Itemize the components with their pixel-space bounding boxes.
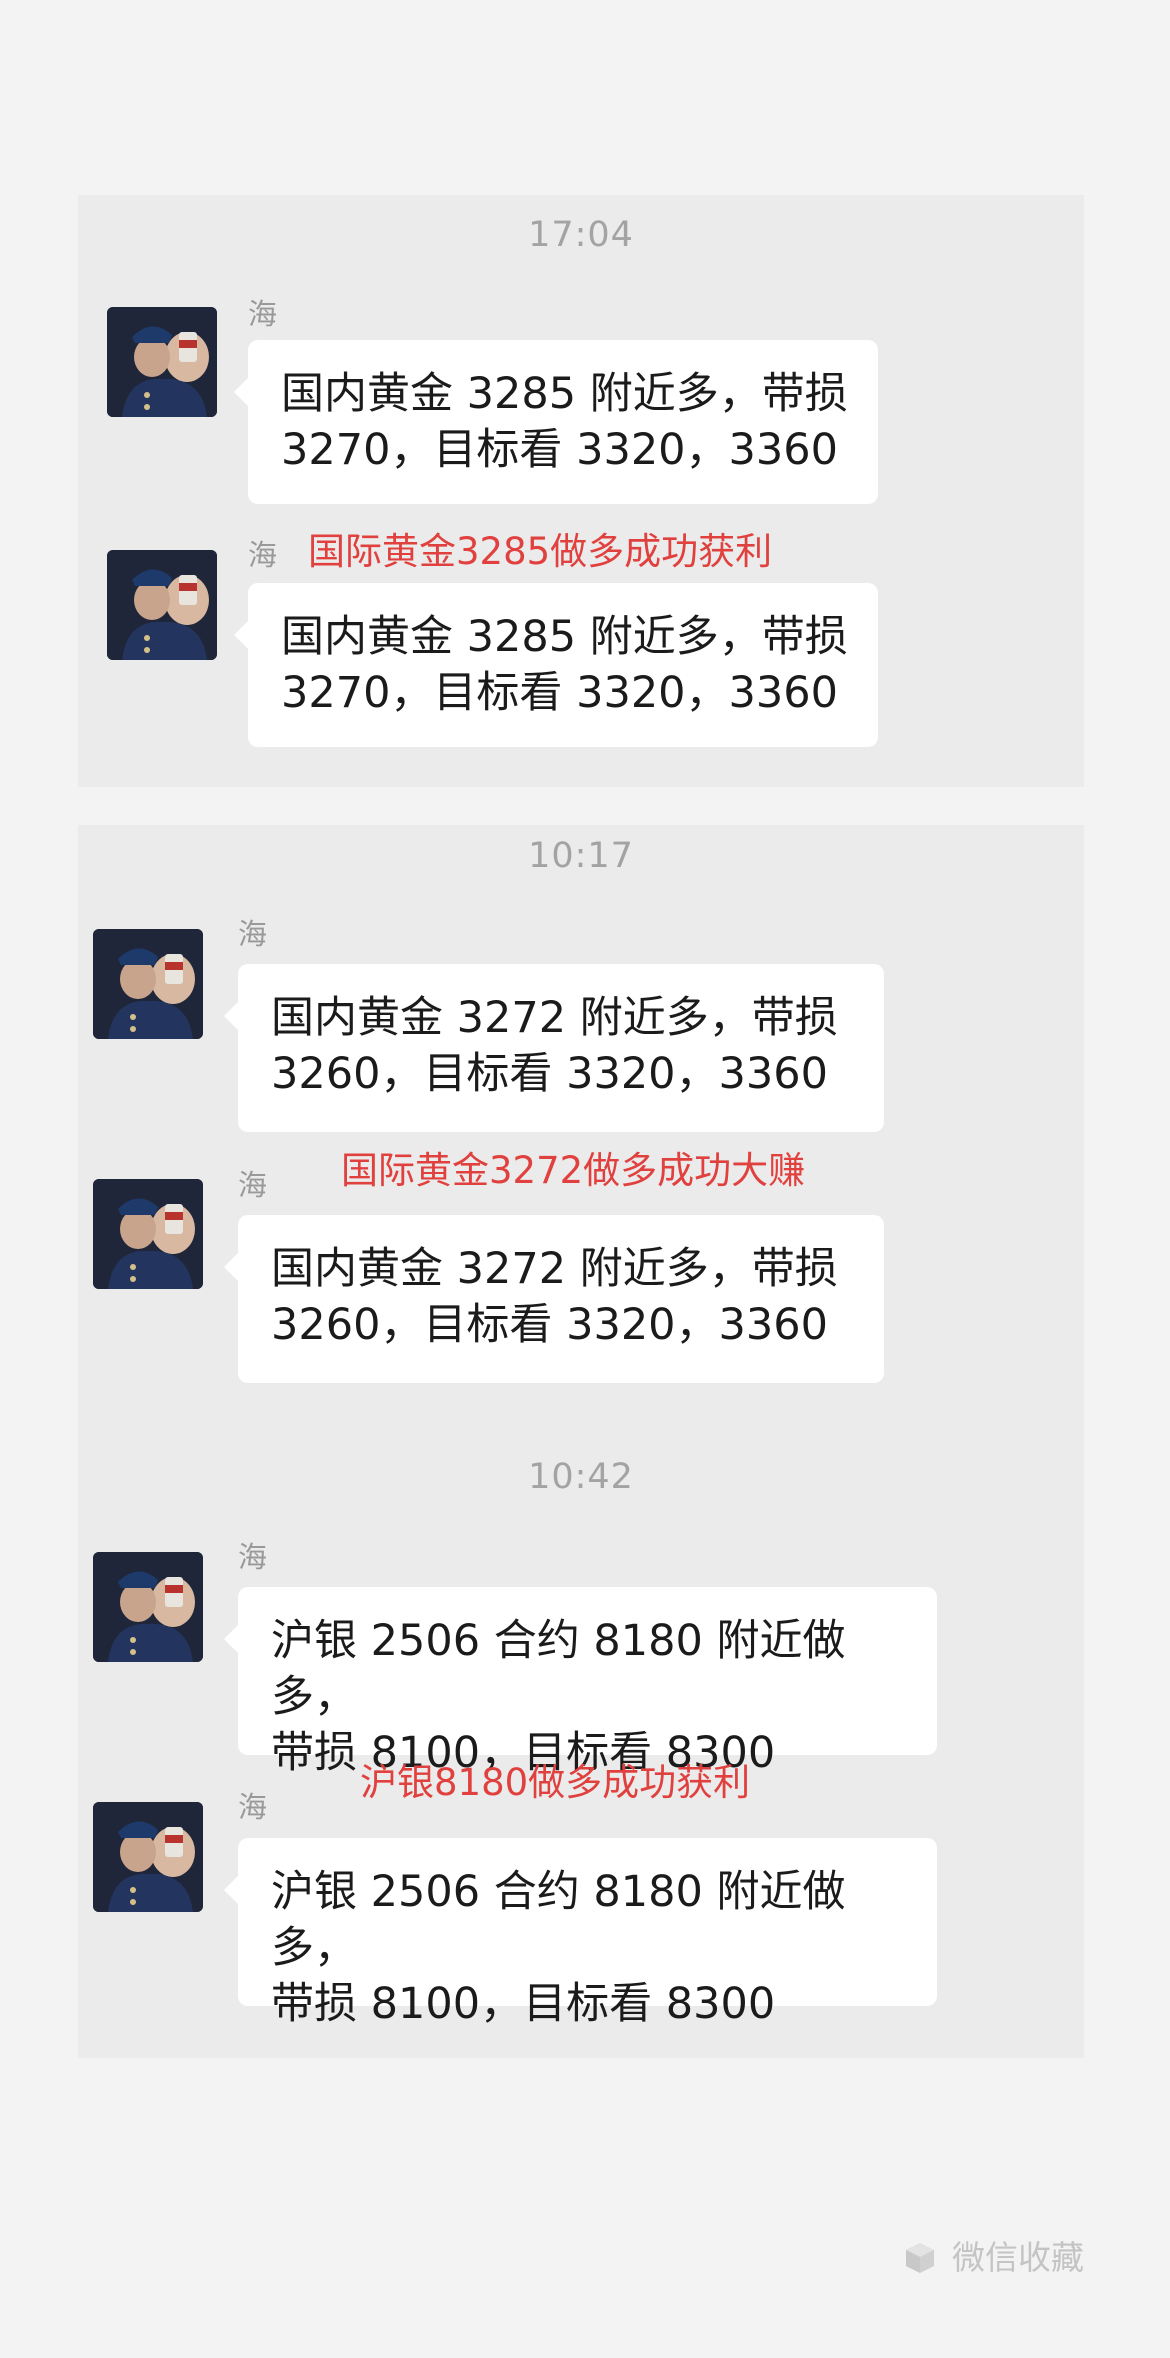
avatar[interactable] xyxy=(93,1179,203,1289)
annotation-note: 国际黄金3272做多成功大赚 xyxy=(341,1149,806,1192)
timestamp: 10:17 xyxy=(528,836,634,876)
chat-record-card[interactable]: 10:17 海 国内黄金 3272 附近多，带损 3260，目标看 3320，3… xyxy=(78,825,1084,2058)
avatar-image xyxy=(93,929,203,1039)
sender-name: 海 xyxy=(238,917,268,951)
chat-record-card[interactable]: 17:04 海 国内黄金 3285 附近多，带损 3270，目标看 3320，3… xyxy=(78,195,1084,787)
avatar-image xyxy=(107,550,217,660)
annotation-note: 国际黄金3285做多成功获利 xyxy=(308,530,773,573)
timestamp: 10:42 xyxy=(528,1457,634,1497)
message-bubble[interactable]: 沪银 2506 合约 8180 附近做多， 带损 8100，目标看 8300 xyxy=(224,1838,937,2029)
message-bubble[interactable]: 国内黄金 3285 附近多，带损 3270，目标看 3320，3360 xyxy=(234,583,878,747)
avatar[interactable] xyxy=(93,1802,203,1912)
sender-name: 海 xyxy=(238,1540,268,1574)
avatar[interactable] xyxy=(93,1552,203,1662)
message-bubble[interactable]: 沪银 2506 合约 8180 附近做多， 带损 8100，目标看 8300 xyxy=(224,1587,937,1778)
timestamp: 17:04 xyxy=(528,215,634,255)
avatar[interactable] xyxy=(107,550,217,660)
sender-name: 海 xyxy=(238,1790,268,1824)
avatar[interactable] xyxy=(107,307,217,417)
annotation-note: 沪银8180做多成功获利 xyxy=(360,1761,751,1804)
avatar[interactable] xyxy=(93,929,203,1039)
message-bubble[interactable]: 国内黄金 3272 附近多，带损 3260，目标看 3320，3360 xyxy=(224,964,884,1132)
avatar-image xyxy=(93,1552,203,1662)
watermark-label: 微信收藏 xyxy=(952,2238,1084,2277)
sender-name: 海 xyxy=(238,1168,268,1202)
message-bubble[interactable]: 国内黄金 3285 附近多，带损 3270，目标看 3320，3360 xyxy=(234,340,878,504)
avatar-image xyxy=(107,307,217,417)
sender-name: 海 xyxy=(248,538,278,572)
sender-name: 海 xyxy=(248,297,278,331)
cube-icon xyxy=(906,2243,934,2273)
avatar-image xyxy=(93,1802,203,1912)
message-bubble[interactable]: 国内黄金 3272 附近多，带损 3260，目标看 3320，3360 xyxy=(224,1215,884,1383)
avatar-image xyxy=(93,1179,203,1289)
wechat-favorites-watermark: 微信收藏 xyxy=(902,2238,1084,2278)
